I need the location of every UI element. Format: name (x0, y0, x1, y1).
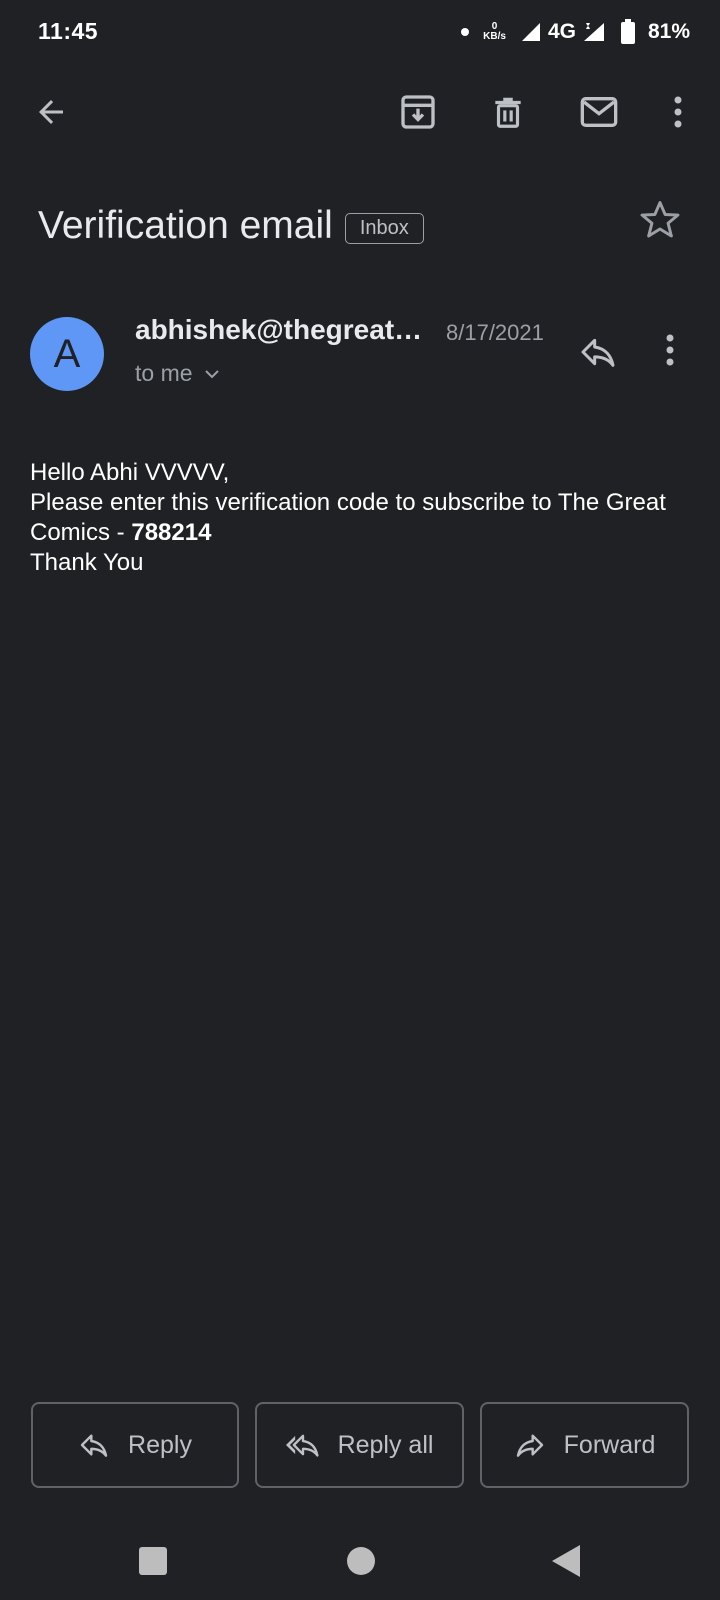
notification-dot-icon (461, 28, 470, 36)
status-indicators: 0 KB/s 4G 81% (461, 16, 690, 48)
forward-button-label: Forward (563, 1430, 656, 1459)
battery-icon (620, 19, 635, 44)
network-type: 4G (547, 20, 576, 43)
back-arrow-icon[interactable] (27, 88, 75, 136)
recipient-label: to me (135, 360, 193, 386)
sender-address[interactable]: abhishek@thegreat… (135, 314, 431, 346)
reply-button-label: Reply (128, 1430, 192, 1459)
top-toolbar (0, 72, 720, 152)
body-code-line: Please enter this verification code to s… (30, 488, 690, 548)
sender-avatar[interactable]: A (30, 317, 104, 391)
reply-button[interactable]: Reply (31, 1402, 239, 1488)
recent-apps-icon[interactable] (139, 1547, 167, 1575)
status-bar: 11:45 0 KB/s 4G 81% (0, 0, 720, 64)
body-greeting: Hello Abhi VVVVV, (30, 459, 230, 486)
reply-all-arrow-icon (285, 1434, 319, 1457)
signal-icon (521, 23, 540, 41)
more-vert-icon[interactable] (654, 88, 702, 136)
forward-arrow-icon (516, 1434, 543, 1457)
reply-all-button-label: Reply all (337, 1430, 434, 1459)
subject-row: Verification email Inbox (38, 196, 682, 256)
email-body: Hello Abhi VVVVV, Please enter this veri… (30, 458, 690, 578)
verification-code: 788214 (131, 519, 212, 546)
body-signoff: Thank You (30, 549, 144, 576)
reply-all-button[interactable]: Reply all (255, 1402, 464, 1488)
forward-button[interactable]: Forward (480, 1402, 689, 1488)
net-speed-unit: KB/s (483, 31, 506, 42)
status-time: 11:45 (38, 18, 99, 44)
net-speed: 0 KB/s (483, 22, 506, 42)
reply-arrow-icon (80, 1434, 108, 1457)
body-code-prefix: Please enter this verification code to s… (30, 489, 666, 546)
delete-icon[interactable] (484, 88, 532, 136)
email-subject: Verification email (38, 204, 333, 247)
back-triangle-icon[interactable] (552, 1545, 580, 1577)
mark-unread-icon[interactable] (575, 88, 623, 136)
message-more-vert-icon[interactable] (664, 332, 694, 380)
recipient-details-toggle[interactable]: to me (135, 360, 221, 387)
signal-secondary-icon (583, 23, 604, 41)
system-nav-bar (0, 1520, 720, 1600)
email-date: 8/17/2021 (446, 320, 544, 345)
email-detail-screen: 11:45 0 KB/s 4G 81% Verification email I… (0, 0, 720, 1600)
home-icon[interactable] (347, 1547, 375, 1575)
inbox-label-chip[interactable]: Inbox (344, 212, 424, 244)
archive-icon[interactable] (394, 88, 442, 136)
star-icon[interactable] (638, 198, 682, 242)
battery-percent: 81% (647, 20, 690, 43)
reply-icon[interactable] (578, 332, 626, 380)
chevron-down-icon (204, 369, 219, 378)
